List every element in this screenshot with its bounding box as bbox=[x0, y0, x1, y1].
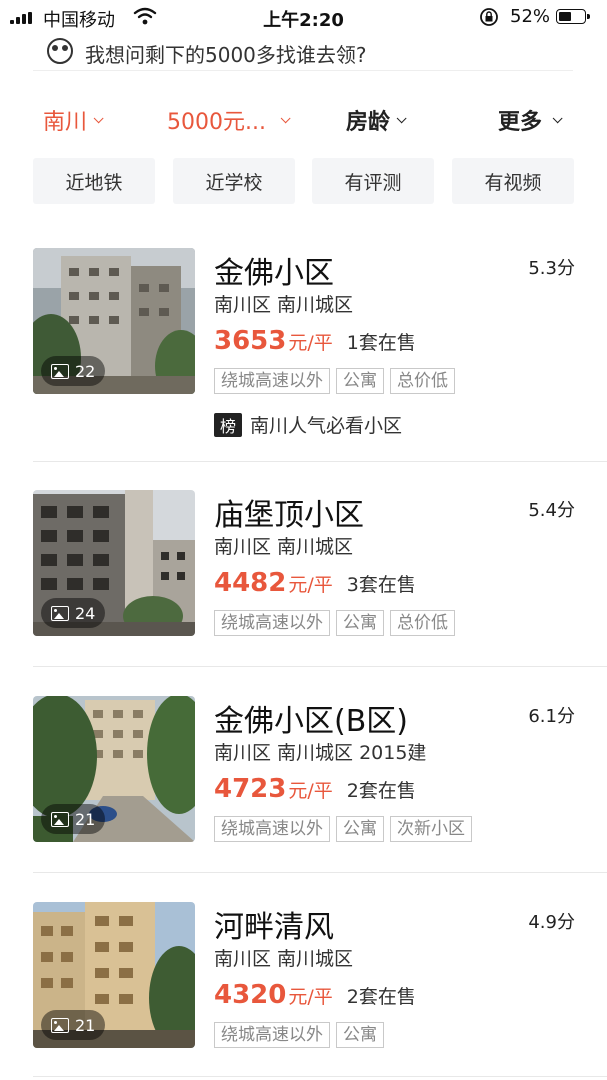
tag: 绕城高速以外 bbox=[214, 816, 330, 842]
listing-photo[interactable]: 21 bbox=[33, 696, 195, 842]
divider bbox=[33, 461, 607, 462]
listing-price: 4723 bbox=[214, 774, 287, 804]
listing-photo[interactable]: 24 bbox=[33, 490, 195, 636]
photo-count-badge: 24 bbox=[41, 598, 106, 628]
on-sale-count: 1套在售 bbox=[346, 332, 416, 354]
image-icon bbox=[51, 605, 69, 621]
price-unit: 元/平 bbox=[288, 332, 333, 354]
listing-location: 南川区 南川城区 bbox=[214, 294, 354, 316]
battery-icon bbox=[556, 9, 590, 24]
image-icon bbox=[51, 1017, 69, 1033]
filter-area-label: 南川 bbox=[43, 110, 88, 135]
quick-filter-chips: 近地铁 近学校 有评测 有视频 bbox=[33, 158, 575, 204]
chevron-down-icon bbox=[93, 112, 104, 123]
tag: 公寓 bbox=[336, 1022, 384, 1048]
on-sale-count: 2套在售 bbox=[346, 780, 416, 802]
tag: 绕城高速以外 bbox=[214, 610, 330, 636]
listing-card[interactable]: 21 河畔清风 4.9分 南川区 南川城区 4320 元/平 2套在售 绕城高速… bbox=[33, 902, 575, 1062]
chip-near-school[interactable]: 近学校 bbox=[173, 158, 295, 204]
listing-name: 金佛小区 bbox=[214, 256, 334, 291]
status-bar: 中国移动 上午2:20 52% bbox=[0, 0, 607, 34]
price-unit: 元/平 bbox=[288, 780, 333, 802]
price-row: 4320 元/平 2套在售 bbox=[214, 980, 416, 1010]
filter-price-label: 5000元... bbox=[167, 110, 266, 135]
tag-list: 绕城高速以外 公寓 次新小区 bbox=[214, 816, 472, 842]
listing-card[interactable]: 21 金佛小区(B区) 6.1分 南川区 南川城区 2015建 4723 元/平… bbox=[33, 696, 575, 856]
listing-score: 5.4分 bbox=[528, 500, 575, 521]
tag: 绕城高速以外 bbox=[214, 1022, 330, 1048]
price-row: 3653 元/平 1套在售 bbox=[214, 326, 416, 356]
on-sale-count: 2套在售 bbox=[346, 986, 416, 1008]
tag: 总价低 bbox=[390, 610, 455, 636]
photo-count-badge: 22 bbox=[41, 356, 106, 386]
price-row: 4723 元/平 2套在售 bbox=[214, 774, 416, 804]
tag: 公寓 bbox=[336, 368, 384, 394]
tag: 总价低 bbox=[390, 368, 455, 394]
photo-count: 21 bbox=[75, 809, 96, 829]
avatar-icon bbox=[47, 38, 73, 64]
listing-card[interactable]: 24 庙堡顶小区 5.4分 南川区 南川城区 4482 元/平 3套在售 绕城高… bbox=[33, 490, 575, 650]
photo-count-badge: 21 bbox=[41, 1010, 106, 1040]
rank-badge: 榜 bbox=[214, 412, 242, 437]
photo-count: 24 bbox=[75, 603, 96, 623]
listing-price: 4320 bbox=[214, 980, 287, 1010]
chip-has-review[interactable]: 有评测 bbox=[312, 158, 434, 204]
battery-percent: 52% bbox=[510, 6, 551, 27]
tag-list: 绕城高速以外 公寓 bbox=[214, 1022, 384, 1048]
question-banner[interactable]: 我想问剩下的5000多找谁去领? bbox=[33, 34, 573, 71]
image-icon bbox=[51, 811, 69, 827]
photo-count-badge: 21 bbox=[41, 804, 106, 834]
listing-score: 4.9分 bbox=[528, 912, 575, 933]
listing-score: 5.3分 bbox=[528, 258, 575, 279]
on-sale-count: 3套在售 bbox=[346, 574, 416, 596]
chevron-down-icon bbox=[396, 112, 407, 123]
rank-text: 南川人气必看小区 bbox=[250, 415, 403, 437]
tag-list: 绕城高速以外 公寓 总价低 bbox=[214, 368, 455, 394]
banner-text: 我想问剩下的5000多找谁去领? bbox=[85, 43, 367, 67]
tag: 公寓 bbox=[336, 816, 384, 842]
filter-more-label: 更多 bbox=[498, 110, 543, 135]
divider bbox=[33, 666, 607, 667]
price-unit: 元/平 bbox=[288, 986, 333, 1008]
filter-area[interactable]: 南川 bbox=[43, 104, 104, 136]
tag-list: 绕城高速以外 公寓 总价低 bbox=[214, 610, 455, 636]
listing-location: 南川区 南川城区 2015建 bbox=[214, 742, 427, 764]
photo-count: 21 bbox=[75, 1015, 96, 1035]
filter-price[interactable]: 5000元... bbox=[167, 104, 291, 136]
chevron-down-icon bbox=[280, 112, 291, 123]
listing-name: 河畔清风 bbox=[214, 910, 334, 945]
listing-photo[interactable]: 21 bbox=[33, 902, 195, 1048]
filter-bar: 南川 5000元... 房龄 更多 bbox=[0, 98, 607, 148]
divider bbox=[33, 872, 607, 873]
rotation-lock-icon bbox=[480, 8, 498, 26]
price-unit: 元/平 bbox=[288, 574, 333, 596]
tag: 绕城高速以外 bbox=[214, 368, 330, 394]
image-icon bbox=[51, 363, 69, 379]
tag: 次新小区 bbox=[390, 816, 472, 842]
listing-name: 金佛小区(B区) bbox=[214, 704, 408, 739]
listing-location: 南川区 南川城区 bbox=[214, 948, 354, 970]
filter-age[interactable]: 房龄 bbox=[346, 104, 407, 136]
divider bbox=[33, 1076, 607, 1077]
listing-price: 3653 bbox=[214, 326, 287, 356]
listing-price: 4482 bbox=[214, 568, 287, 598]
chip-has-video[interactable]: 有视频 bbox=[452, 158, 574, 204]
price-row: 4482 元/平 3套在售 bbox=[214, 568, 416, 598]
listing-name: 庙堡顶小区 bbox=[214, 498, 364, 533]
listing-score: 6.1分 bbox=[528, 706, 575, 727]
chevron-down-icon bbox=[552, 112, 563, 123]
listing-photo[interactable]: 22 bbox=[33, 248, 195, 394]
ranking-row[interactable]: 榜 南川人气必看小区 bbox=[214, 411, 402, 438]
photo-count: 22 bbox=[75, 361, 96, 381]
listing-location: 南川区 南川城区 bbox=[214, 536, 354, 558]
filter-more[interactable]: 更多 bbox=[498, 104, 563, 136]
chip-near-subway[interactable]: 近地铁 bbox=[33, 158, 155, 204]
listing-card[interactable]: 22 金佛小区 5.3分 南川区 南川城区 3653 元/平 1套在售 绕城高速… bbox=[33, 248, 575, 448]
filter-age-label: 房龄 bbox=[346, 110, 391, 135]
tag: 公寓 bbox=[336, 610, 384, 636]
